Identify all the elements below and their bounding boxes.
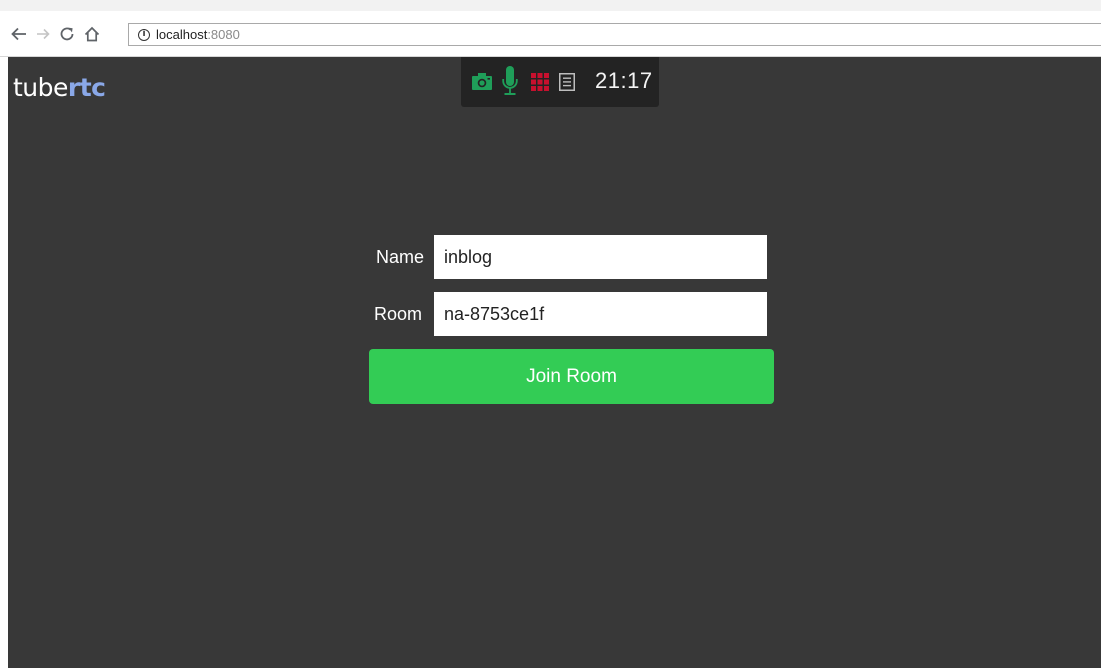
app-page: tubertc 21:17 Name inblog Room na-8753ce… (8, 57, 1101, 668)
room-label: Room (374, 304, 423, 324)
reload-icon[interactable] (57, 24, 77, 44)
forward-arrow-icon[interactable] (33, 24, 53, 44)
grid-icon[interactable] (531, 73, 549, 91)
microphone-icon[interactable] (502, 66, 518, 99)
back-arrow-icon[interactable] (9, 24, 29, 44)
address-bar[interactable]: i localhost:8080 (128, 23, 1101, 46)
name-field[interactable] (434, 235, 767, 279)
name-label: Name (376, 247, 425, 267)
info-icon[interactable]: i (138, 28, 150, 41)
browser-toolbar: i localhost:8080 (0, 0, 1101, 57)
home-icon[interactable] (82, 24, 102, 44)
brand-part-tube: tube (13, 73, 68, 102)
document-icon[interactable] (559, 73, 575, 91)
url-host: localhost (156, 27, 208, 42)
camera-icon[interactable] (472, 73, 492, 90)
brand-part-rtc: rtc (67, 73, 106, 102)
tab-strip (0, 0, 1101, 11)
media-status-bar: 21:17 (461, 57, 659, 107)
room-field[interactable] (434, 292, 767, 336)
url-port: :8080 (207, 27, 240, 42)
brand-logo[interactable]: tubertc (13, 73, 106, 103)
clock: 21:17 (595, 68, 653, 93)
join-room-button[interactable]: Join Room (369, 349, 774, 404)
